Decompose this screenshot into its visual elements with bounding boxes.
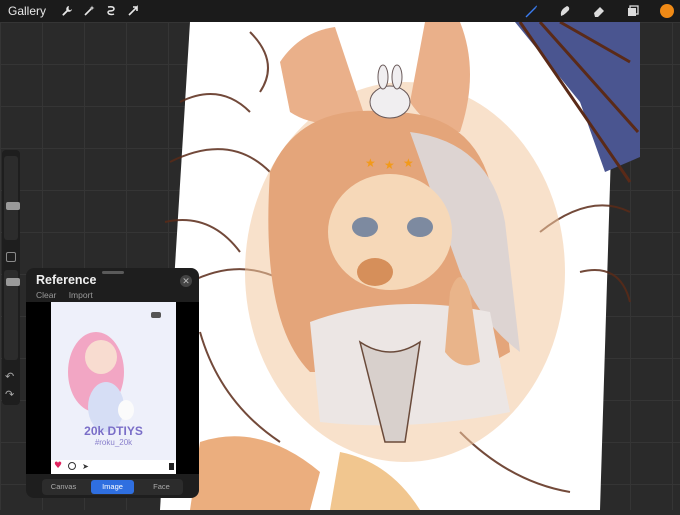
clear-button[interactable]: Clear [36,290,56,300]
reference-actions: Clear Import [36,290,103,300]
reference-image: 20k DTIYS #roku_20k ♥ ➤ [26,302,199,474]
smudge-icon[interactable] [554,0,576,22]
modify-button[interactable] [6,252,16,262]
transform-arrow-icon[interactable] [122,0,144,22]
bookmark-icon [169,462,174,470]
opacity-thumb[interactable] [6,278,20,286]
eraser-icon[interactable] [588,0,610,22]
tab-image[interactable]: Image [91,480,134,494]
share-icon: ➤ [82,461,89,471]
panel-drag-handle[interactable] [102,271,124,274]
reference-title: Reference [36,273,97,287]
reference-tabs: Canvas Image Face [42,479,183,495]
selection-icon[interactable] [100,0,122,22]
gallery-button[interactable]: Gallery [8,4,46,18]
brush-icon[interactable] [520,0,542,22]
layers-icon[interactable] [622,0,644,22]
drawing-canvas[interactable]: ★ ★ ★ [160,20,640,510]
color-picker-button[interactable] [660,4,674,18]
close-icon[interactable]: ✕ [180,275,192,287]
tab-face[interactable]: Face [140,479,183,495]
top-toolbar: Gallery [0,0,680,22]
reference-panel[interactable]: Reference ✕ Clear Import 20k DTIYS #roku… [26,268,199,498]
svg-text:★: ★ [365,156,376,170]
tab-canvas[interactable]: Canvas [42,479,85,495]
heart-icon: ♥ [54,461,63,471]
brush-size-thumb[interactable] [6,202,20,210]
reference-image-footer: ♥ ➤ [54,460,174,472]
comment-icon [68,462,77,470]
reference-image-tag: #roku_20k [94,438,133,447]
opacity-slider[interactable] [4,270,20,360]
svg-text:★: ★ [384,158,395,172]
reference-image-caption: 20k DTIYS [84,424,143,438]
import-button[interactable]: Import [69,290,93,300]
redo-icon[interactable]: ↷ [5,388,14,401]
svg-text:★: ★ [403,156,414,170]
brush-sliders-sidebar: ↶ ↷ [2,150,20,405]
wrench-icon[interactable] [56,0,78,22]
magic-wand-icon[interactable] [78,0,100,22]
undo-icon[interactable]: ↶ [5,370,14,383]
brush-size-slider[interactable] [4,156,20,240]
